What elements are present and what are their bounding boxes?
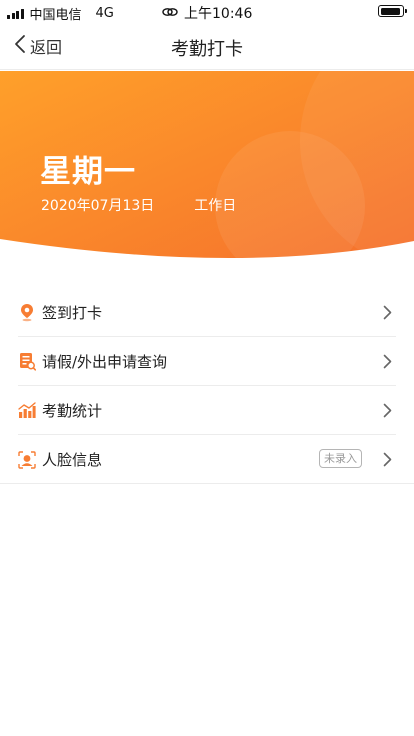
- menu-item-label: 人脸信息: [42, 451, 103, 469]
- carrier-name: 中国电信: [29, 8, 82, 23]
- weekday-text: 星期一: [40, 154, 136, 190]
- menu-item-label: 签到打卡: [42, 304, 103, 322]
- status-bar: 中国电信 4G 上午10:46: [0, 0, 414, 23]
- location-pin-icon: [18, 303, 36, 323]
- chevron-right-icon: [383, 354, 392, 373]
- document-search-icon: [18, 352, 36, 372]
- date-text: 2020年07月13日: [41, 198, 155, 214]
- face-scan-icon: [18, 450, 36, 470]
- chevron-right-icon: [383, 403, 392, 422]
- menu-item-leave-query[interactable]: 请假/外出申请查询: [0, 337, 414, 386]
- battery-icon: [378, 5, 407, 17]
- status-bar-left: 中国电信 4G: [7, 4, 114, 23]
- status-badge: 未录入: [319, 449, 362, 468]
- signal-icon: [7, 8, 24, 19]
- date-banner: 星期一 2020年07月13日 工作日: [0, 71, 414, 263]
- page-title: 考勤打卡: [171, 39, 243, 60]
- chevron-right-icon: [383, 452, 392, 471]
- link-icon: [162, 5, 178, 21]
- date-line: 2020年07月13日 工作日: [41, 195, 236, 215]
- bar-chart-icon: [18, 401, 36, 421]
- menu-item-face-info[interactable]: 人脸信息 未录入: [0, 435, 414, 484]
- chevron-right-icon: [383, 305, 392, 324]
- attendance-menu: 签到打卡 请假/外出申请查询 考勤统计 人脸信息 未录入: [0, 288, 414, 484]
- menu-item-label: 请假/外出申请查询: [42, 353, 168, 371]
- menu-item-check-in[interactable]: 签到打卡: [0, 288, 414, 337]
- day-type-text: 工作日: [194, 198, 237, 214]
- status-bar-center: 上午10:46: [162, 3, 252, 23]
- menu-item-label: 考勤统计: [42, 402, 103, 420]
- menu-item-attendance-stats[interactable]: 考勤统计: [0, 386, 414, 435]
- network-type: 4G: [95, 6, 114, 21]
- clock: 上午10:46: [184, 6, 253, 22]
- nav-bar: 返回 考勤打卡: [0, 22, 414, 70]
